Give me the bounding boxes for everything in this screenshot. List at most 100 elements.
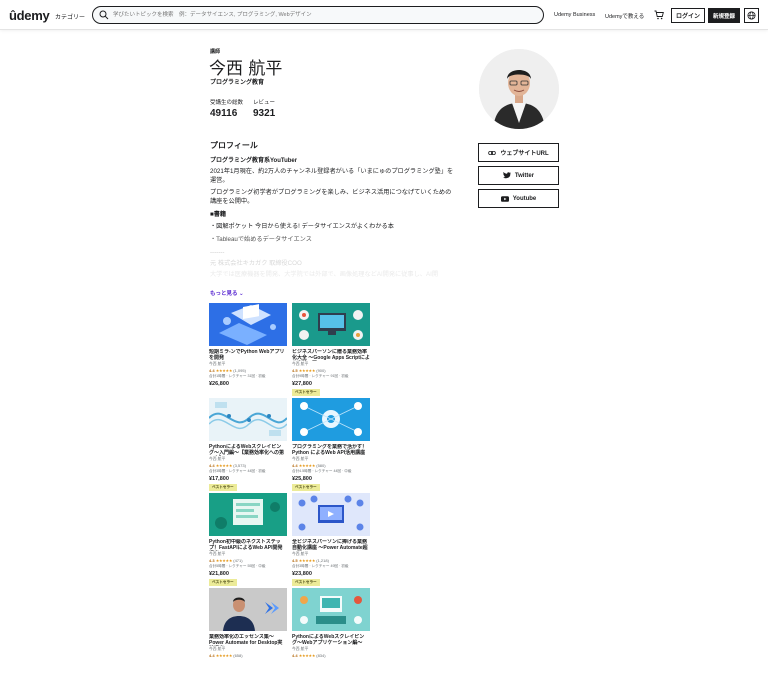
course-rating-value: 4.3 [209, 558, 215, 563]
course-instructor: 今西 航平 [209, 647, 226, 651]
course-title[interactable]: プログラミングを業務で活かす！Python によるWeb API活用講座 [292, 444, 370, 456]
link-icon [488, 150, 497, 155]
course-title[interactable]: 全ビジネスパーソンに捧げる業務自動化講座 〜Power Automate超入門〜… [292, 539, 370, 551]
course-rating-value: 4.4 [292, 653, 298, 658]
course-title[interactable]: PythonによるWebスクレイピング〜入門編〜【業務効率化への第一歩】 [209, 444, 287, 456]
course-meta: 合計3時間 · レクチャー 49回 · 初級 [292, 564, 349, 568]
search-bar[interactable] [92, 6, 544, 24]
bio-faded-line-1: 元 株式会社キカガク 取締役COO [210, 260, 302, 267]
course-meta: 合計4.5時間 · レクチャー 44回 · 中級 [292, 469, 352, 473]
course-thumbnail[interactable] [292, 493, 370, 536]
course-card[interactable]: 短期ミラ-ンでPython Webアプリを開発 今西 航平 4.4 ★★★★★ … [209, 303, 287, 387]
course-meta: 合計5時間 · レクチャー 55回 · 中級 [209, 564, 266, 568]
course-rating: 4.4 ★★★★★ (1,095) [209, 368, 287, 373]
course-title[interactable]: PythonによるWebスクレイピング〜Webアプリケーション編〜 [292, 634, 370, 646]
course-title[interactable]: ビジネスパーソンに贈る業務効率化大全 〜Google Apps Scriptによ… [292, 349, 370, 361]
youtube-link-label: Youtube [512, 195, 537, 202]
course-title[interactable]: 業務効率化のエッセンス集〜Power Automate for Desktop実… [209, 634, 287, 646]
categories-link[interactable]: カテゴリー [55, 12, 85, 21]
course-price: ¥23,800 [292, 571, 312, 577]
teach-on-udemy-link[interactable]: Udemyで教える [605, 12, 644, 20]
udemy-logo[interactable]: ûdemy [9, 8, 50, 23]
course-meta: 合計3時間 · レクチャー 44回 · 初級 [209, 469, 266, 473]
cart-icon[interactable] [654, 10, 664, 20]
website-link-button[interactable]: ウェブサイトURL [478, 143, 559, 162]
course-rating-value: 4.4 [209, 653, 215, 658]
course-title[interactable]: Python初中級のネクストステップ！FastAPIによるWeb API開発講座 [209, 539, 287, 551]
course-thumbnail[interactable] [209, 303, 287, 346]
course-card[interactable]: PythonによるWebスクレイピング〜入門編〜【業務効率化への第一歩】 今西 … [209, 398, 287, 491]
course-card[interactable]: PythonによるWebスクレイピング〜Webアプリケーション編〜 今西 航平 … [292, 588, 370, 658]
total-students-label: 受講生の総数 [210, 100, 244, 106]
search-input[interactable] [113, 9, 533, 21]
bestseller-badge: ベストセラー [292, 389, 320, 396]
bestseller-badge: ベストセラー [292, 484, 320, 491]
course-review-count: (834) [316, 653, 326, 658]
youtube-icon [500, 195, 509, 202]
search-icon[interactable] [99, 10, 109, 20]
course-card[interactable]: 業務効率化のエッセンス集〜Power Automate for Desktop実… [209, 588, 287, 658]
course-rating-value: 4.5 [292, 558, 298, 563]
course-review-count: (900) [316, 368, 326, 373]
course-card[interactable]: ビジネスパーソンに贈る業務効率化大全 〜Google Apps Scriptによ… [292, 303, 370, 396]
course-instructor: 今西 航平 [209, 362, 226, 366]
course-title[interactable]: 短期ミラ-ンでPython Webアプリを開発 [209, 349, 287, 361]
reviews-value: 9321 [253, 108, 276, 119]
course-review-count: (1,095) [233, 368, 246, 373]
instructor-avatar [479, 49, 559, 129]
course-card[interactable]: Python初中級のネクストステップ！FastAPIによるWeb API開発講座… [209, 493, 287, 586]
course-price: ¥21,800 [209, 571, 229, 577]
course-review-count: (471) [233, 558, 243, 563]
course-rating: 4.4 ★★★★★ (3,573) [209, 463, 287, 468]
star-rating-icon: ★★★★★ [215, 558, 233, 563]
website-link-label: ウェブサイトURL [500, 151, 549, 157]
star-rating-icon: ★★★★★ [298, 653, 316, 658]
star-rating-icon: ★★★★★ [298, 463, 316, 468]
bestseller-badge: ベストセラー [292, 579, 320, 586]
course-review-count: (3,573) [233, 463, 246, 468]
course-instructor: 今西 航平 [209, 552, 226, 556]
signup-button[interactable]: 新規登録 [708, 8, 740, 23]
course-instructor: 今西 航平 [292, 457, 309, 461]
bestseller-badge: ベストセラー [209, 579, 237, 586]
course-thumbnail[interactable] [209, 588, 287, 631]
course-thumbnail[interactable] [292, 588, 370, 631]
course-review-count: (580) [316, 463, 326, 468]
instructor-headline: プログラミング教育 [210, 80, 265, 86]
bio-paragraph-1: 2021年1月現在、約2万人のチャンネル登録者がいる「いまにゅのプログラミング塾… [210, 168, 454, 184]
star-rating-icon: ★★★★★ [215, 368, 233, 373]
course-card[interactable]: 全ビジネスパーソンに捧げる業務自動化講座 〜Power Automate超入門〜… [292, 493, 370, 586]
course-price: ¥25,800 [292, 476, 312, 482]
reviews-label: レビュー [253, 100, 276, 106]
course-price: ¥17,800 [209, 476, 229, 482]
book-item-2: ・Tableauで始めるデータサイエンス [210, 236, 312, 243]
books-heading: ■書籍 [210, 211, 227, 218]
course-rating-value: 4.4 [209, 368, 215, 373]
show-more-link[interactable]: もっと見る ⌄ [210, 289, 244, 297]
star-rating-icon: ★★★★★ [298, 558, 316, 563]
course-price: ¥26,800 [209, 381, 229, 387]
course-instructor: 今西 航平 [292, 647, 309, 651]
course-review-count: (1,218) [316, 558, 329, 563]
course-rating: 4.4 ★★★★★ (658) [209, 653, 287, 658]
language-button[interactable] [744, 8, 759, 23]
course-rating: 4.3 ★★★★★ (471) [209, 558, 287, 563]
total-students-value: 49116 [210, 108, 238, 119]
course-instructor: 今西 航平 [292, 552, 309, 556]
twitter-link-button[interactable]: Twitter [478, 166, 559, 185]
star-rating-icon: ★★★★★ [298, 368, 316, 373]
bio-paragraph-2: プログラミング初学者がプログラミングを楽しみ、ビジネス活用につなげていくための講… [210, 189, 452, 205]
course-thumbnail[interactable] [292, 398, 370, 441]
course-thumbnail[interactable] [292, 303, 370, 346]
twitter-link-label: Twitter [514, 172, 535, 179]
login-button[interactable]: ログイン [671, 8, 705, 23]
course-instructor: 今西 航平 [209, 457, 226, 461]
course-card[interactable]: プログラミングを業務で活かす！Python によるWeb API活用講座 今西 … [292, 398, 370, 491]
top-navbar: ûdemy カテゴリー Udemy Business Udemyで教える ログイ… [0, 0, 768, 30]
bio-faded-line-2: 大学では医療機器を開発、大学院では外部で、画像処理などAI開発に従事し、AI開 [210, 271, 439, 278]
youtube-link-button[interactable]: Youtube [478, 189, 559, 208]
course-thumbnail[interactable] [209, 493, 287, 536]
course-thumbnail[interactable] [209, 398, 287, 441]
course-rating: 4.5 ★★★★★ (900) [292, 368, 370, 373]
udemy-business-link[interactable]: Udemy Business [554, 12, 595, 18]
